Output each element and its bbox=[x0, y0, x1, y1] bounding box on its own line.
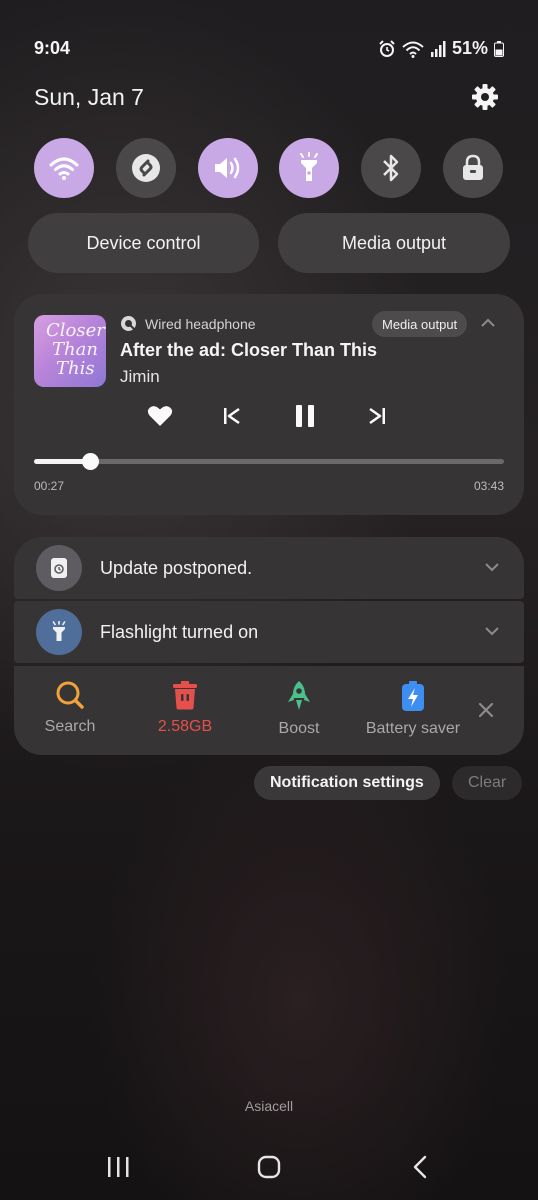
collapse-chevron-icon[interactable] bbox=[480, 316, 496, 334]
lock-icon bbox=[463, 154, 483, 180]
device-care-panel: Search 2.58GB Boost Battery saver bbox=[14, 666, 524, 755]
status-time: 9:04 bbox=[34, 38, 71, 58]
pause-icon[interactable] bbox=[289, 400, 321, 432]
back-icon bbox=[413, 1155, 427, 1179]
carrier-label: Asiacell bbox=[244, 1098, 294, 1114]
status-icons: 51% bbox=[378, 38, 504, 59]
notification-settings-button[interactable]: Notification settings bbox=[254, 766, 440, 800]
close-icon[interactable] bbox=[478, 702, 494, 723]
battery-saver-icon bbox=[402, 681, 424, 711]
media-output-button[interactable]: Media output bbox=[278, 213, 510, 273]
rocket-icon bbox=[288, 681, 310, 710]
notification-flashlight[interactable]: Flashlight turned on bbox=[14, 601, 524, 663]
device-control-button[interactable]: Device control bbox=[28, 213, 259, 273]
bluetooth-toggle[interactable] bbox=[361, 138, 421, 198]
flashlight-icon bbox=[300, 152, 318, 181]
trash-icon bbox=[173, 681, 197, 710]
media-output-chip[interactable]: Media output bbox=[372, 311, 468, 337]
tool-label: 2.58GB bbox=[157, 718, 213, 735]
boost-tool[interactable]: Boost bbox=[239, 680, 359, 738]
expand-chevron-icon[interactable] bbox=[484, 559, 500, 577]
like-heart-icon[interactable] bbox=[144, 400, 176, 432]
flashlight-icon bbox=[36, 609, 82, 655]
battery-saver-tool[interactable]: Battery saver bbox=[353, 680, 473, 738]
wifi-status-icon bbox=[402, 41, 424, 58]
total-time: 03:43 bbox=[473, 479, 504, 493]
shazam-toggle[interactable] bbox=[116, 138, 176, 198]
headphone-source-icon bbox=[121, 316, 136, 331]
search-tool[interactable]: Search bbox=[10, 680, 130, 736]
expand-chevron-icon[interactable] bbox=[484, 623, 500, 641]
date-label: Sun, Jan 7 bbox=[34, 84, 144, 110]
shazam-icon bbox=[132, 154, 160, 182]
recent-apps-button[interactable] bbox=[98, 1150, 138, 1184]
progress-slider[interactable] bbox=[34, 453, 504, 470]
back-button[interactable] bbox=[400, 1150, 440, 1184]
sound-toggle[interactable] bbox=[198, 138, 258, 198]
current-time: 00:27 bbox=[34, 479, 65, 493]
sound-icon bbox=[215, 157, 240, 179]
home-icon bbox=[257, 1155, 281, 1179]
progress-thumb[interactable] bbox=[81, 453, 99, 470]
battery-percent: 51% bbox=[451, 38, 488, 58]
tool-label: Search bbox=[44, 718, 96, 735]
wifi-toggle[interactable] bbox=[34, 138, 94, 198]
tool-label: Boost bbox=[278, 720, 320, 737]
album-art-text: This bbox=[56, 358, 95, 379]
storage-tool[interactable]: 2.58GB bbox=[125, 680, 245, 736]
bluetooth-icon bbox=[383, 154, 399, 182]
tool-label: Battery saver bbox=[365, 720, 461, 737]
track-artist: Jimin bbox=[120, 367, 160, 386]
media-source: Wired headphone bbox=[120, 315, 256, 332]
previous-track-icon[interactable] bbox=[216, 400, 248, 432]
settings-gear-icon[interactable] bbox=[470, 82, 500, 112]
album-art: Closer Than This bbox=[34, 315, 106, 387]
notification-text: Update postponed. bbox=[100, 557, 253, 578]
recent-apps-icon bbox=[108, 1157, 129, 1177]
search-icon bbox=[56, 681, 84, 709]
next-track-icon[interactable] bbox=[361, 400, 393, 432]
wifi-icon bbox=[49, 157, 79, 180]
clear-button[interactable]: Clear bbox=[452, 766, 523, 800]
album-art-text: Than bbox=[52, 339, 98, 360]
notification-update[interactable]: Update postponed. bbox=[14, 537, 524, 599]
home-button[interactable] bbox=[249, 1150, 289, 1184]
lock-toggle[interactable] bbox=[443, 138, 503, 198]
track-title: After the ad: Closer Than This bbox=[120, 340, 378, 360]
update-icon bbox=[36, 545, 82, 591]
alarm-icon bbox=[379, 39, 395, 57]
flashlight-toggle[interactable] bbox=[279, 138, 339, 198]
battery-icon bbox=[494, 40, 504, 57]
album-art-text: Closer bbox=[46, 320, 105, 341]
signal-icon bbox=[430, 40, 446, 57]
notification-text: Flashlight turned on bbox=[100, 621, 259, 642]
media-source-label: Wired headphone bbox=[145, 315, 256, 332]
